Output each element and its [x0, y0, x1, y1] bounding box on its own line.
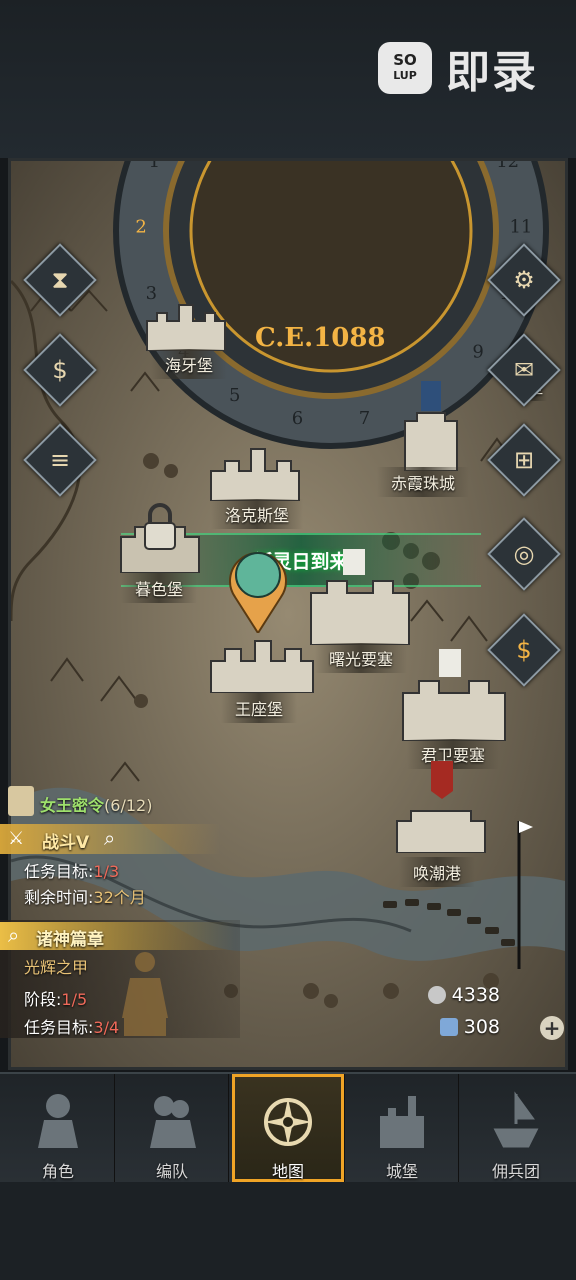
- gear-icon: ⚙: [513, 266, 535, 294]
- castle-icon[interactable]: [401, 381, 461, 471]
- castle-label-huanchao[interactable]: 唤潮港: [399, 857, 476, 887]
- search-icon[interactable]: ⌕: [104, 826, 115, 850]
- castle-icon[interactable]: [307, 549, 413, 645]
- recorder-text: 即录: [446, 47, 538, 98]
- crystal-icon: [439, 1018, 458, 1036]
- recorder-logo: SO LUP: [378, 42, 432, 94]
- nav-mercenary-label: 佣兵团: [491, 1162, 540, 1181]
- team-icon: [150, 1096, 196, 1148]
- player-marker-icon[interactable]: [229, 541, 287, 633]
- castle-label-chixia[interactable]: 赤霞珠城: [377, 467, 470, 497]
- gods-target: 任务目标:3/4: [24, 1014, 119, 1038]
- castle-icon[interactable]: [141, 299, 237, 351]
- nav-team[interactable]: 编队: [116, 1074, 229, 1182]
- castle-icon: [380, 1096, 424, 1148]
- ship-icon: [493, 1091, 539, 1148]
- gods-subtitle: 光辉之甲: [24, 958, 89, 977]
- scroll-icon: ≡: [49, 446, 71, 474]
- castle-label-muse[interactable]: 暮色堡: [121, 573, 198, 603]
- window-icon: ⊞: [513, 446, 535, 474]
- nav-map-label: 地图: [271, 1162, 304, 1181]
- quest-scroll-icon: [8, 786, 34, 816]
- gods-stage: 阶段:1/5: [24, 986, 87, 1010]
- gods-chapter-title: 诸神篇章: [36, 930, 104, 950]
- castle-label-shuguang[interactable]: 曙光要塞: [315, 643, 408, 673]
- gods-target-label: 任务目标:: [24, 1018, 94, 1037]
- castle-label-luokesi[interactable]: 洛克斯堡: [211, 499, 304, 529]
- money-bag-icon: $: [52, 356, 68, 384]
- nav-castle[interactable]: 城堡: [346, 1074, 459, 1182]
- coin-icon: ◎: [513, 540, 535, 568]
- swords-icon: ⚔: [8, 828, 25, 849]
- queen-order-title: 女王密令: [40, 796, 105, 815]
- castle-icon[interactable]: [207, 631, 317, 693]
- silver-ore-icon: [427, 986, 446, 1004]
- crystal-resource: 308: [439, 1016, 500, 1038]
- compass-icon: [264, 1098, 312, 1146]
- castle-label-wangzuo[interactable]: 王座堡: [221, 693, 298, 723]
- gold-bags-icon: $: [516, 636, 532, 664]
- silver-resource: 4338: [427, 984, 500, 1006]
- recorder-logo-text-2: LUP: [393, 69, 417, 82]
- castle-icon[interactable]: [393, 761, 489, 853]
- queen-order-count: (6/12): [104, 796, 153, 815]
- dial-month-12: 12: [496, 158, 519, 172]
- dial-month-11: 11: [509, 217, 532, 238]
- bottom-navigation: 角色 编队 地图 城堡 佣兵团: [0, 1072, 576, 1184]
- battle-time-label: 剩余时间:: [24, 888, 94, 907]
- gods-chapter-header[interactable]: ⌕ 诸神篇章: [0, 922, 235, 950]
- gods-stage-label: 阶段:: [24, 990, 62, 1009]
- dial-month-6: 6: [292, 408, 303, 429]
- nav-mercenary[interactable]: 佣兵团: [460, 1074, 572, 1182]
- battle-time-value: 32个月: [93, 888, 146, 907]
- battle-quest[interactable]: ⚔ 战斗V ⌕: [0, 824, 220, 854]
- battle-quest-title: 战斗V: [42, 833, 90, 853]
- nav-team-label: 编队: [155, 1162, 188, 1181]
- statue-icon: [122, 952, 168, 1036]
- queen-order-quest[interactable]: 女王密令(6/12): [40, 792, 152, 816]
- year-display: C.E.1088: [255, 323, 386, 353]
- hourglass-icon: ⧗: [51, 266, 69, 294]
- crystal-amount: 308: [463, 1016, 500, 1038]
- knight-icon: [38, 1094, 78, 1148]
- battle-target-label: 任务目标:: [24, 862, 94, 881]
- add-resource-button[interactable]: +: [540, 1016, 564, 1040]
- battle-time: 剩余时间:32个月: [24, 884, 146, 908]
- dial-month-7: 7: [359, 408, 370, 429]
- dial-month-2: 2: [135, 217, 146, 238]
- dial-month-9: 9: [472, 341, 483, 362]
- locked-castle-icon[interactable]: [117, 503, 203, 573]
- dial-month-5: 5: [229, 385, 240, 406]
- nav-character[interactable]: 角色: [2, 1074, 115, 1182]
- castle-icon[interactable]: [207, 443, 303, 501]
- castle-icon[interactable]: [399, 649, 509, 741]
- nav-character-label: 角色: [41, 1162, 74, 1181]
- screen-recorder-overlay: SO LUP 即录: [378, 36, 538, 100]
- recorder-logo-text-1: SO: [393, 51, 417, 69]
- silver-amount: 4338: [451, 984, 500, 1006]
- battle-target: 任务目标:1/3: [24, 858, 119, 882]
- search-icon[interactable]: ⌕: [8, 923, 19, 947]
- nav-castle-label: 城堡: [385, 1162, 418, 1181]
- status-bar: SO LUP 即录: [0, 0, 576, 158]
- dial-month-1: 1: [149, 158, 160, 172]
- gods-stage-value: 1/5: [61, 990, 88, 1009]
- battle-target-value: 1/3: [93, 862, 120, 881]
- castle-label-haiya[interactable]: 海牙堡: [151, 349, 228, 379]
- nav-map[interactable]: 地图: [232, 1074, 345, 1182]
- gods-target-value: 3/4: [93, 1018, 120, 1037]
- mail-icon: ✉: [513, 356, 535, 384]
- system-navigation-bar: [0, 1182, 576, 1280]
